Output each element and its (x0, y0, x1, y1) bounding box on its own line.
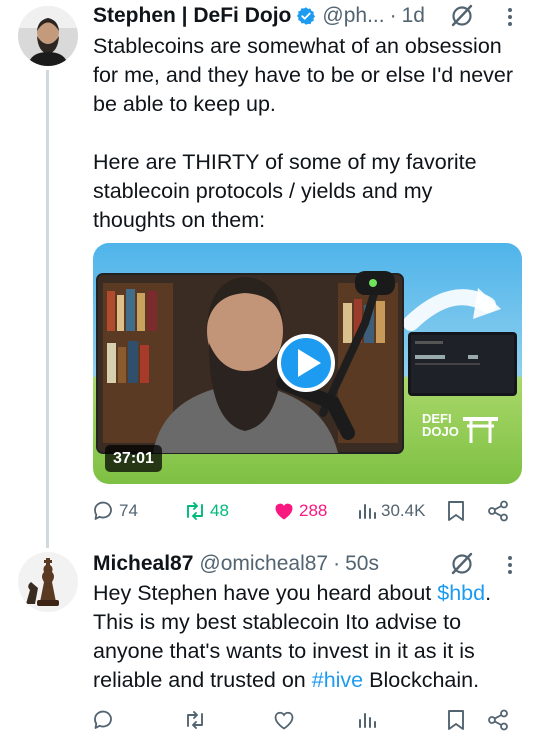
video-duration: 37:01 (105, 445, 162, 472)
reply-button[interactable] (92, 705, 116, 735)
tweet-actions (0, 705, 540, 735)
hashtag-link[interactable]: #hive (312, 668, 363, 692)
text-segment: Hey Stephen have you heard about (93, 581, 438, 605)
repost-button[interactable] (183, 705, 207, 735)
more-options-icon[interactable] (500, 4, 520, 30)
like-button[interactable] (272, 705, 296, 735)
grok-icon[interactable] (449, 2, 475, 28)
like-button[interactable]: 288 (272, 496, 327, 526)
author-handle[interactable]: @omicheal87 (199, 552, 328, 576)
cashtag-link[interactable]: $hbd (437, 581, 485, 605)
share-icon[interactable] (486, 708, 510, 732)
tweet-actions: 74 48 288 30.4K (0, 496, 540, 526)
avatar-stephen[interactable] (18, 6, 78, 66)
bookmark-icon[interactable] (445, 499, 467, 523)
repost-count: 48 (210, 501, 229, 520)
share-icon[interactable] (486, 499, 510, 523)
reply-icon (94, 501, 112, 520)
tweet-text: Stablecoins are somewhat of an obsession… (93, 34, 514, 232)
verified-badge-icon (297, 7, 316, 25)
tweet-header: Stephen | DeFi Dojo @ph... · 1d (93, 2, 425, 30)
text-segment: Blockchain. (363, 668, 480, 692)
author-name[interactable]: Stephen | DeFi Dojo (93, 4, 291, 28)
views-icon (359, 713, 376, 728)
tweet-text: Hey Stephen have you heard about $hbd. T… (93, 579, 518, 695)
views-icon (359, 504, 376, 519)
heart-outline-icon (274, 711, 294, 730)
heart-filled-icon (275, 503, 293, 520)
bookmark-icon[interactable] (445, 708, 467, 732)
repost-button[interactable]: 48 (183, 496, 229, 526)
views-count: 30.4K (381, 501, 426, 520)
more-options-icon[interactable] (500, 552, 520, 578)
separator-dot: · (389, 4, 397, 27)
author-name[interactable]: Micheal87 (93, 552, 193, 576)
reply-count: 74 (119, 501, 138, 520)
tweet-time[interactable]: 1d (402, 4, 425, 28)
author-handle[interactable]: @ph... (322, 4, 384, 28)
tweet-time[interactable]: 50s (345, 552, 379, 576)
like-count: 288 (299, 501, 328, 520)
defi-dojo-logo-text: DEFI DOJO (422, 412, 470, 438)
repost-icon (187, 502, 203, 520)
logo-line-2: DOJO (422, 424, 459, 439)
reply-button[interactable]: 74 (92, 496, 138, 526)
thread-line (46, 70, 49, 548)
reply-icon (94, 710, 112, 729)
tweet-header: Micheal87 @omicheal87 · 50s (93, 550, 379, 578)
avatar-micheal[interactable] (18, 552, 78, 612)
tweet-stephen[interactable]: Stephen | DeFi Dojo @ph... · 1d Stableco… (0, 0, 540, 548)
views-button[interactable] (356, 705, 378, 735)
separator-dot: · (333, 552, 341, 575)
grok-icon[interactable] (449, 550, 475, 576)
repost-icon (187, 711, 203, 729)
tweet-micheal[interactable]: Micheal87 @omicheal87 · 50s Hey Stephen … (0, 540, 540, 746)
views-button[interactable]: 30.4K (356, 496, 425, 526)
